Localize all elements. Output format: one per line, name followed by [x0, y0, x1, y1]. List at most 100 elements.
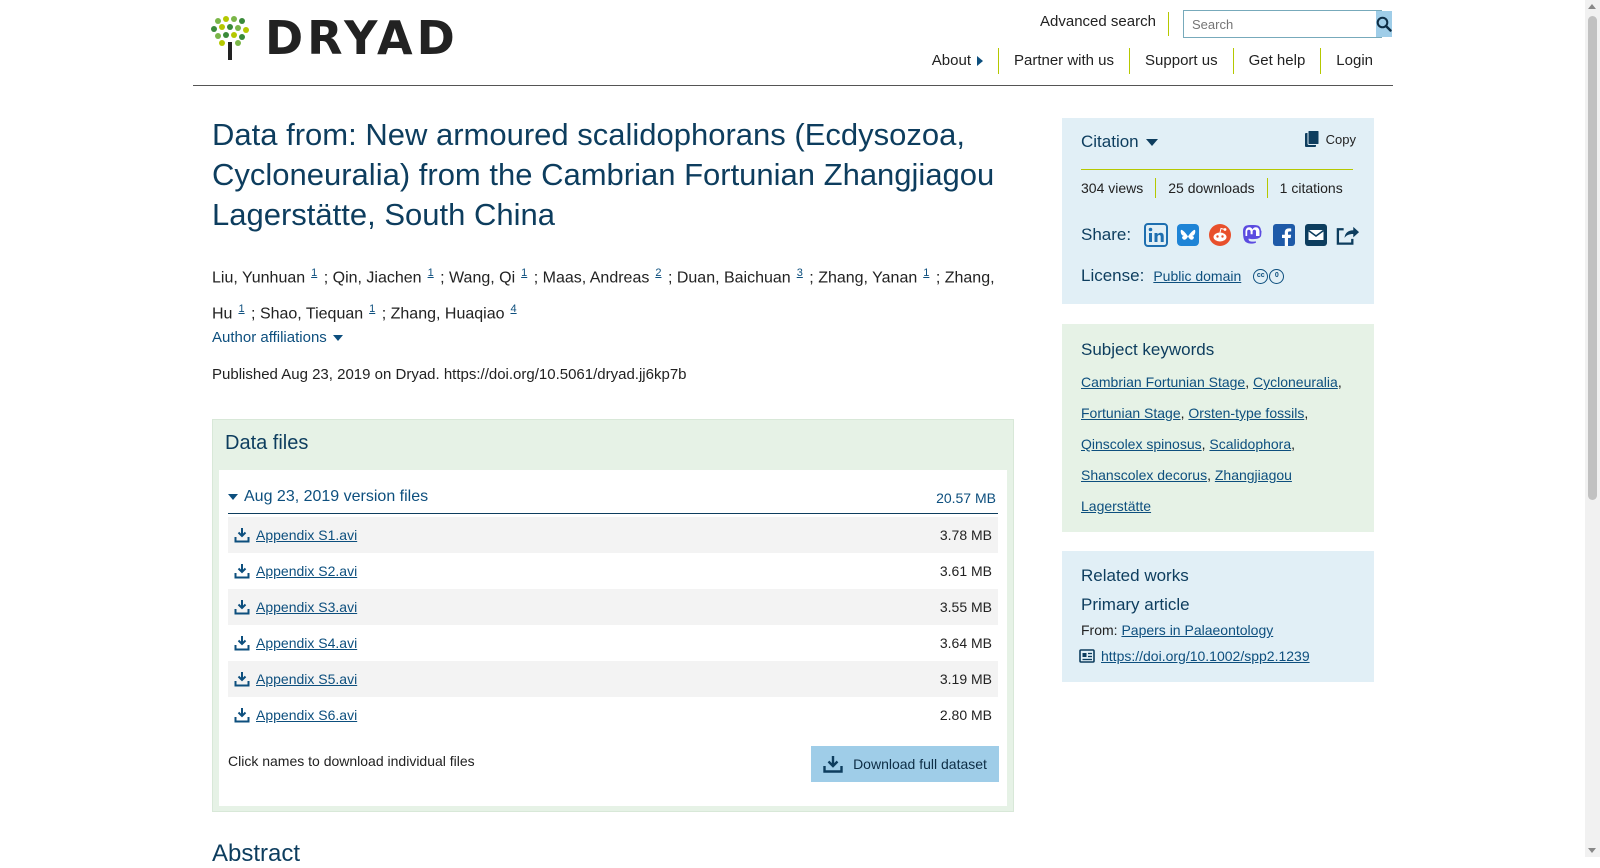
download-full-dataset-button[interactable]: Download full dataset: [811, 746, 999, 782]
nav-partner[interactable]: Partner with us: [997, 48, 1129, 74]
affiliation-link[interactable]: 4: [510, 303, 516, 315]
affiliation-link[interactable]: 1: [428, 267, 434, 279]
advanced-search-link[interactable]: Advanced search: [1040, 13, 1156, 30]
author-separator: ;: [667, 269, 673, 287]
reddit-icon[interactable]: [1207, 222, 1232, 247]
keyword-link[interactable]: Orsten-type fossils: [1188, 405, 1304, 421]
download-hint: Click names to download individual files: [228, 753, 475, 769]
affiliation-link[interactable]: 2: [655, 267, 661, 279]
author-name: Duan, Baichuan: [676, 269, 791, 287]
affiliation-link[interactable]: 1: [311, 267, 317, 279]
share-bar: Share:: [1081, 222, 1360, 247]
citation-toggle[interactable]: Citation: [1081, 132, 1158, 152]
download-icon: [234, 636, 250, 651]
nav-login[interactable]: Login: [1320, 48, 1388, 74]
citation-panel: Citation Copy 304 views 25 downloads 1 c…: [1062, 118, 1374, 304]
nav-support[interactable]: Support us: [1129, 48, 1233, 74]
author-name: Shao, Tiequan: [259, 305, 364, 323]
abstract-heading: Abstract: [212, 840, 301, 867]
scroll-up-icon[interactable]: [1588, 4, 1596, 9]
dryad-tree-icon: [211, 16, 249, 60]
file-row: Appendix S1.avi 3.78 MB: [228, 517, 998, 553]
file-row: Appendix S4.avi 3.64 MB: [228, 625, 998, 661]
keyword-link[interactable]: Shanscolex decorus: [1081, 467, 1207, 483]
affiliation-link[interactable]: 1: [369, 303, 375, 315]
related-works-heading: Related works: [1081, 566, 1189, 585]
file-row: Appendix S2.avi 3.61 MB: [228, 553, 998, 589]
affiliation-link[interactable]: 1: [521, 267, 527, 279]
article-icon: [1079, 649, 1095, 663]
license-row: License: Public domain cc 0: [1081, 266, 1285, 286]
author-name: Liu, Yunhuan: [212, 269, 306, 287]
dryad-logo[interactable]: DRYAD: [211, 15, 459, 61]
keyword-link[interactable]: Cycloneuralia: [1253, 374, 1338, 390]
file-size: 3.55 MB: [939, 599, 992, 615]
scrollbar-thumb[interactable]: [1588, 16, 1597, 500]
file-link[interactable]: Appendix S2.avi: [256, 563, 357, 579]
subject-keywords-panel: Subject keywords Cambrian Fortunian Stag…: [1062, 324, 1374, 532]
scroll-down-icon[interactable]: [1588, 848, 1596, 853]
clipboard-icon: [1304, 130, 1320, 147]
related-from: From: Papers in Palaeontology: [1081, 622, 1273, 638]
keyword-link[interactable]: Scalidophora: [1209, 436, 1291, 452]
download-icon: [234, 708, 250, 723]
related-doi: https://doi.org/10.1002/spp2.1239: [1079, 648, 1310, 664]
data-files-list: Aug 23, 2019 version files 20.57 MB Appe…: [219, 470, 1007, 806]
file-link[interactable]: Appendix S1.avi: [256, 527, 357, 543]
download-icon: [234, 600, 250, 615]
views-count: 304 views: [1081, 180, 1144, 196]
file-link[interactable]: Appendix S5.avi: [256, 671, 357, 687]
author-separator: ;: [323, 269, 329, 287]
affiliation-link[interactable]: 1: [923, 267, 929, 279]
mastodon-icon[interactable]: [1239, 222, 1264, 247]
file-row: Appendix S3.avi 3.55 MB: [228, 589, 998, 625]
search-button[interactable]: [1376, 11, 1392, 37]
nav-about[interactable]: About: [917, 48, 998, 74]
share-icon[interactable]: [1335, 222, 1360, 247]
license-link[interactable]: Public domain: [1153, 268, 1241, 284]
affiliation-link[interactable]: 3: [797, 267, 803, 279]
page-title: Data from: New armoured scalidophorans (…: [212, 117, 995, 232]
affiliations-label: Author affiliations: [212, 329, 327, 346]
author-name: Wang, Qi: [449, 269, 516, 287]
file-size: 3.78 MB: [939, 527, 992, 543]
email-icon[interactable]: [1303, 222, 1328, 247]
data-files-heading: Data files: [225, 432, 309, 454]
search-input[interactable]: [1184, 11, 1376, 37]
data-files-panel: Data files Aug 23, 2019 version files 20…: [212, 419, 1014, 812]
author-separator: ;: [251, 305, 256, 323]
download-icon: [823, 756, 843, 773]
downloads-count: 25 downloads: [1155, 178, 1266, 198]
file-link[interactable]: Appendix S6.avi: [256, 707, 357, 723]
usage-metrics: 304 views 25 downloads 1 citations: [1081, 178, 1355, 198]
caret-down-icon: [332, 334, 343, 341]
divider: [1081, 169, 1353, 170]
file-link[interactable]: Appendix S4.avi: [256, 635, 357, 651]
file-link[interactable]: Appendix S3.avi: [256, 599, 357, 615]
keyword-link[interactable]: Cambrian Fortunian Stage: [1081, 374, 1245, 390]
download-icon: [234, 564, 250, 579]
keyword-link[interactable]: Fortunian Stage: [1081, 405, 1181, 421]
journal-link[interactable]: Papers in Palaeontology: [1121, 622, 1273, 638]
affiliation-link[interactable]: 1: [238, 303, 244, 315]
facebook-icon[interactable]: [1271, 222, 1296, 247]
nav-about-label: About: [931, 52, 971, 69]
copy-label: Copy: [1325, 131, 1356, 147]
linkedin-icon[interactable]: [1143, 222, 1168, 247]
divider: [1168, 12, 1169, 36]
citation-heading: Citation: [1081, 132, 1139, 151]
page-scrollbar[interactable]: [1585, 0, 1600, 857]
share-label: Share:: [1081, 224, 1132, 244]
bluesky-icon[interactable]: [1175, 222, 1200, 247]
keyword-link[interactable]: Qinscolex spinosus: [1081, 436, 1202, 452]
author-name: Qin, Jiachen: [332, 269, 422, 287]
doi-link[interactable]: https://doi.org/10.1002/spp2.1239: [1101, 648, 1310, 664]
version-toggle[interactable]: Aug 23, 2019 version files 20.57 MB: [228, 488, 998, 514]
copy-citation-button[interactable]: Copy: [1304, 130, 1356, 148]
download-button-label: Download full dataset: [853, 756, 987, 772]
nav-help[interactable]: Get help: [1232, 48, 1321, 74]
primary-article-heading: Primary article: [1081, 595, 1190, 614]
author-affiliations-toggle[interactable]: Author affiliations: [212, 329, 343, 346]
file-size: 3.64 MB: [939, 635, 992, 651]
caret-right-icon: [976, 56, 983, 66]
